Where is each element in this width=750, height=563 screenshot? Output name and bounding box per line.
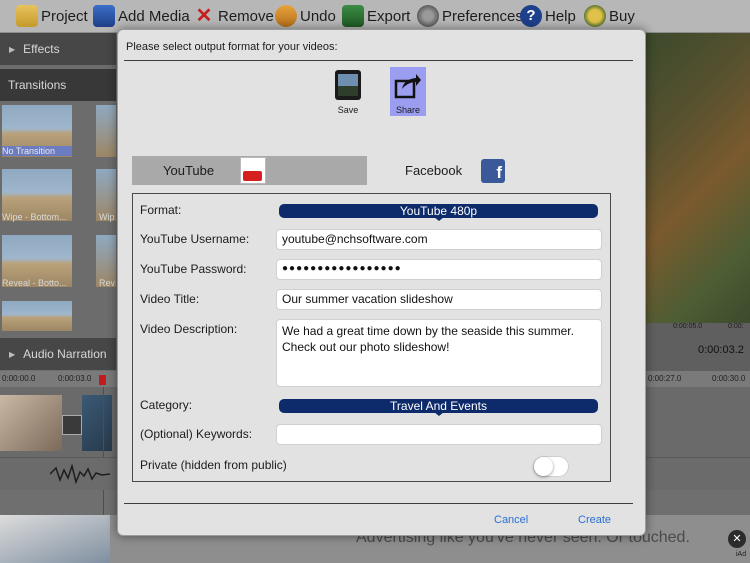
toolbar-label: Project: [41, 7, 88, 25]
password-field[interactable]: ●●●●●●●●●●●●●●●●●: [276, 259, 602, 280]
tab-youtube-label: YouTube: [163, 163, 215, 178]
remove-icon: ✕: [195, 5, 213, 27]
toolbar-undo-button[interactable]: Undo: [275, 3, 336, 29]
format-select[interactable]: YouTube 480p: [279, 204, 598, 221]
transitions-section-header[interactable]: Transitions: [0, 69, 116, 101]
preview-time-mark: 0:00:: [728, 323, 744, 330]
transition-thumb[interactable]: [2, 301, 72, 331]
tab-facebook-label: Facebook: [405, 163, 463, 178]
toolbar-help-button[interactable]: ? Help: [520, 3, 576, 29]
keywords-label: (Optional) Keywords:: [140, 427, 253, 441]
gear-icon: [417, 5, 439, 27]
audio-narration-header[interactable]: ▶ Audio Narration: [0, 338, 116, 370]
toolbar-project-button[interactable]: Project: [16, 3, 88, 29]
toolbar-label: Buy: [609, 7, 635, 25]
effects-section-header[interactable]: ▶ Effects: [0, 33, 116, 65]
divider: [124, 503, 633, 504]
create-button[interactable]: Create: [578, 514, 611, 526]
toolbar-buy-button[interactable]: Buy: [584, 3, 635, 29]
transition-label: Wipe - Bottom...: [2, 212, 67, 222]
timeline-clip[interactable]: [0, 395, 62, 451]
transition-label: Reveal - Botto...: [2, 278, 67, 288]
video-preview: [643, 33, 750, 323]
transitions-label: Transitions: [8, 78, 67, 92]
toolbar-label: Export: [367, 7, 411, 25]
chevron-down-icon: [434, 217, 444, 221]
close-ad-icon[interactable]: ✕: [728, 530, 746, 548]
export-dialog: Please select output format for your vid…: [117, 29, 646, 536]
iad-badge: iAd: [736, 551, 747, 558]
transition-label: Rev: [99, 278, 116, 288]
password-label: YouTube Password:: [140, 262, 247, 276]
share-icon: [394, 74, 421, 99]
toolbar-label: Help: [545, 7, 576, 25]
toolbar-label: Add Media: [118, 7, 190, 25]
format-select-value: YouTube 480p: [399, 204, 478, 218]
keywords-field[interactable]: [276, 424, 602, 445]
toolbar-label: Preferences: [442, 7, 523, 25]
toolbar-label: Undo: [300, 7, 336, 25]
audio-narration-label: Audio Narration: [23, 347, 107, 361]
youtube-icon: [240, 157, 267, 184]
category-label: Category:: [140, 398, 193, 412]
divider: [124, 60, 633, 61]
category-select[interactable]: Travel And Events: [279, 399, 598, 416]
facebook-icon: f: [481, 158, 506, 183]
transition-label: No Transition: [2, 146, 72, 156]
share-format-label: Share: [395, 105, 421, 115]
toolbar-add-media-button[interactable]: Add Media: [93, 3, 190, 29]
preview-time-mark: 0:00:05.0: [673, 323, 703, 330]
transition-marker-icon[interactable]: [62, 415, 82, 435]
add-media-icon: [93, 5, 115, 27]
transition-thumb[interactable]: [96, 105, 116, 157]
ruler-mark: 0:00:03.0: [58, 374, 92, 383]
tab-facebook[interactable]: Facebook f: [367, 156, 619, 185]
help-icon: ?: [520, 5, 542, 27]
export-icon: [342, 5, 364, 27]
save-format-button[interactable]: Save: [330, 67, 366, 116]
category-select-value: Travel And Events: [390, 399, 487, 413]
video-description-label: Video Description:: [140, 322, 238, 336]
video-title-field[interactable]: Our summer vacation slideshow: [276, 289, 602, 310]
username-field[interactable]: youtube@nchsoftware.com: [276, 229, 602, 250]
share-format-button[interactable]: Share: [390, 67, 426, 116]
ruler-mark: 0:00:30.0: [712, 374, 746, 383]
sidebar: ▶ Effects Transitions No Transition Wipe…: [0, 33, 116, 370]
video-description-field[interactable]: We had a great time down by the seaside …: [276, 319, 602, 387]
tab-youtube[interactable]: YouTube: [132, 156, 367, 185]
private-toggle[interactable]: [533, 456, 569, 477]
format-label: Format:: [140, 203, 182, 217]
audio-waveform-icon: [50, 464, 110, 484]
ruler-mark: 0:00:27.0: [648, 374, 682, 383]
youtube-form: Format: YouTube 480p YouTube Username: y…: [132, 193, 611, 482]
folder-icon: [16, 5, 38, 27]
expand-triangle-icon: ▶: [9, 44, 16, 54]
current-time: 0:00:03.2: [698, 344, 744, 356]
save-device-icon: [335, 70, 361, 100]
toolbar-preferences-button[interactable]: Preferences: [417, 3, 523, 29]
chevron-down-icon: [434, 412, 444, 416]
preview-controls: 0:00:05.0 0:00: 0:00:03.2: [643, 323, 750, 371]
toolbar-label: Remove: [218, 7, 274, 25]
private-label: Private (hidden from public): [140, 458, 287, 472]
playhead-line: [103, 387, 104, 517]
timeline-clip[interactable]: [82, 395, 112, 451]
toolbar-export-button[interactable]: Export: [342, 3, 410, 29]
toolbar-remove-button[interactable]: ✕ Remove: [193, 3, 274, 29]
undo-icon: [275, 5, 297, 27]
cancel-button[interactable]: Cancel: [494, 514, 528, 526]
video-title-label: Video Title:: [140, 292, 200, 306]
expand-triangle-icon: ▶: [9, 349, 16, 359]
ruler-mark: 0:00:00.0: [2, 374, 36, 383]
effects-label: Effects: [23, 42, 60, 56]
dialog-title: Please select output format for your vid…: [126, 41, 338, 53]
save-format-label: Save: [337, 105, 359, 115]
username-label: YouTube Username:: [140, 232, 250, 246]
playhead-marker[interactable]: [99, 375, 106, 385]
ad-image: [0, 515, 110, 563]
transition-label: Wip: [99, 212, 115, 222]
toggle-knob: [534, 457, 553, 476]
buy-icon: [584, 5, 606, 27]
